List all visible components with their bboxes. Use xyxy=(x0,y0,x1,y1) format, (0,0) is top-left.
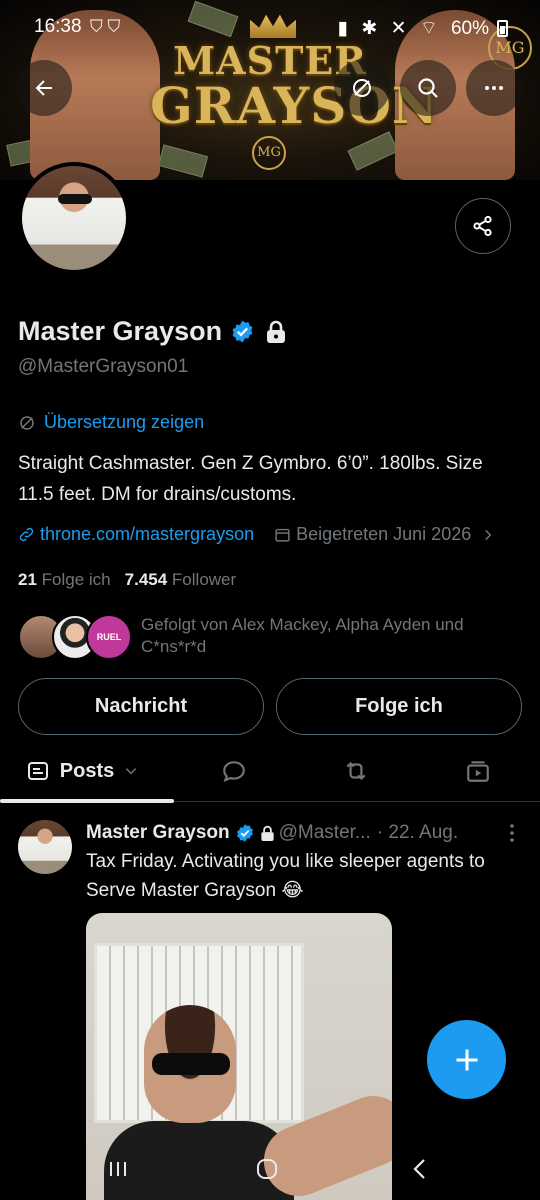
following-button[interactable]: Folge ich xyxy=(276,678,522,735)
tweet-avatar[interactable] xyxy=(18,820,72,874)
profile-avatar[interactable] xyxy=(18,162,130,274)
active-tab-indicator xyxy=(0,799,174,803)
following-stat[interactable]: 21 Folge ich xyxy=(18,570,111,589)
verified-badge-icon[interactable] xyxy=(230,319,255,344)
following-count: 21 xyxy=(18,570,37,589)
home-button[interactable] xyxy=(247,1154,287,1184)
profile-name: Master Grayson xyxy=(18,316,223,346)
tweet-date: · 22. Aug. xyxy=(376,822,459,843)
home-icon xyxy=(257,1159,277,1179)
profile-joined: Beigetreten Juni 2026 xyxy=(274,524,471,545)
profile-name-row: Master Grayson xyxy=(18,316,287,347)
followers-count: 7.454 xyxy=(124,570,168,589)
calendar-icon xyxy=(275,528,290,542)
show-translation-label: Übersetzung zeigen xyxy=(44,412,205,432)
link-icon xyxy=(19,527,34,542)
posts-icon xyxy=(27,762,48,780)
lock-icon xyxy=(267,320,286,343)
recent-apps-button[interactable] xyxy=(98,1154,138,1184)
sim-icon: ▮ xyxy=(337,18,349,39)
share-icon xyxy=(473,215,492,237)
translate-icon xyxy=(20,415,34,430)
chevron-right-icon[interactable] xyxy=(481,528,495,542)
following-label: Folge ich xyxy=(41,570,111,589)
tweet-author-name[interactable]: Master Grayson xyxy=(86,822,230,844)
translate-button[interactable] xyxy=(334,60,390,116)
followed-by-text: Gefolgt von Alex Mackey, Alpha Ayden und… xyxy=(141,615,464,656)
media-icon xyxy=(467,761,489,782)
message-button[interactable]: Nachricht xyxy=(18,678,264,735)
system-icons: ▮ ✱ ✕ ⌔ 60% xyxy=(330,16,508,40)
profile-joined-date: Beigetreten Juni 2026 xyxy=(296,524,472,544)
back-button[interactable] xyxy=(16,60,72,116)
banner-decoration xyxy=(157,144,209,178)
verified-badge-icon xyxy=(236,824,253,842)
profile-handle: @MasterGrayson01 xyxy=(18,356,189,377)
search-button[interactable] xyxy=(400,60,456,116)
wifi-icon: ⌔ xyxy=(419,18,438,39)
profile-stats: 21 Folge ich 7.454 Follower xyxy=(18,570,236,590)
bluetooth-icon: ✱ xyxy=(361,18,378,39)
back-chevron-icon xyxy=(413,1159,425,1179)
system-back-button[interactable] xyxy=(400,1154,440,1184)
translate-icon xyxy=(353,79,371,97)
profile-tabs: Posts xyxy=(0,740,540,803)
followers-stat[interactable]: 7.454 Follower xyxy=(125,570,237,589)
tab-media[interactable] xyxy=(448,740,508,802)
battery-percent: 60% xyxy=(450,18,489,39)
media-decoration xyxy=(152,1053,230,1075)
status-bar: 16:38 ⛉ ⛉ ▮ ✱ ✕ ⌔ 60% xyxy=(0,14,540,42)
recent-apps-icon xyxy=(110,1162,126,1176)
profile-website-link[interactable]: throne.com/mastergrayson xyxy=(18,524,254,545)
tab-reposts[interactable] xyxy=(326,740,386,802)
chevron-down-icon xyxy=(126,768,137,775)
profile-meta: throne.com/mastergrayson Beigetreten Jun… xyxy=(18,524,495,545)
shield-icon: ⛉ xyxy=(107,17,121,36)
more-vertical-icon[interactable] xyxy=(504,822,520,844)
mute-icon: ✕ xyxy=(390,18,407,39)
profile-website: throne.com/mastergrayson xyxy=(40,524,255,544)
notification-icons: ⛉ ⛉ xyxy=(90,17,120,37)
share-button[interactable] xyxy=(455,198,511,254)
follower-avatar: RUEL xyxy=(86,614,132,660)
banner-decoration xyxy=(347,131,399,171)
tweet-text: Tax Friday. Activating you like sleeper … xyxy=(86,851,485,901)
tab-replies[interactable] xyxy=(204,740,264,802)
show-translation-link[interactable]: Übersetzung zeigen xyxy=(18,412,204,433)
tab-posts-label: Posts xyxy=(59,759,115,782)
tweet-header: Master Grayson @Master... · 22. Aug. xyxy=(86,820,526,846)
repost-icon xyxy=(346,761,366,781)
more-options-button[interactable] xyxy=(466,60,522,116)
tweet-author-handle: @Master... xyxy=(278,822,371,843)
compose-button[interactable] xyxy=(427,1020,506,1099)
followed-by[interactable]: RUEL Gefolgt von Alex Mackey, Alpha Ayde… xyxy=(18,612,538,662)
followers-label: Follower xyxy=(171,570,237,589)
arrow-left-icon xyxy=(35,80,52,96)
more-icon xyxy=(485,86,503,90)
shield-icon: ⛉ xyxy=(90,17,103,36)
lock-icon xyxy=(260,825,274,841)
tab-posts[interactable]: Posts xyxy=(0,740,174,803)
status-time: 16:38 xyxy=(34,16,82,37)
reply-icon xyxy=(223,761,245,783)
profile-bio: Straight Cashmaster. Gen Z Gymbro. 6’0”.… xyxy=(18,453,483,505)
search-icon xyxy=(418,78,438,98)
avatar-decoration xyxy=(58,194,92,204)
banner-monogram: MG xyxy=(252,136,286,170)
battery-icon xyxy=(497,20,508,37)
plus-icon xyxy=(456,1049,477,1070)
system-navigation-bar xyxy=(0,1140,540,1200)
